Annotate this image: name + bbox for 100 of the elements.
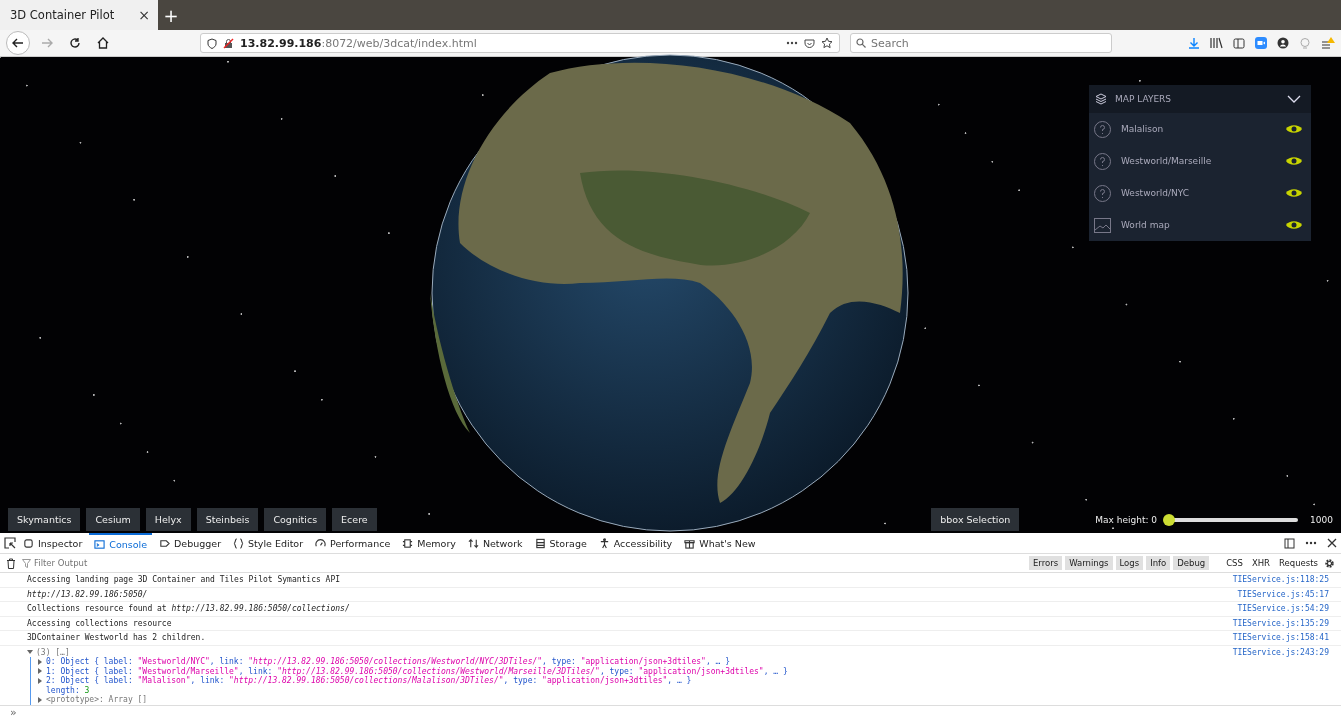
layer-name: World map [1121, 220, 1171, 230]
image-icon [1094, 217, 1111, 233]
devtools-tab[interactable]: Network [462, 533, 528, 553]
log-level-filter[interactable]: Info [1146, 556, 1171, 570]
filter-field[interactable]: Filter Output [34, 558, 234, 568]
log-message: Accessing landing page 3D Container and Tiles Pilot Symantics API [27, 575, 342, 585]
devtools-tab[interactable]: Console [89, 533, 153, 553]
chevron-icon[interactable] [1287, 95, 1301, 103]
request-filter[interactable]: XHR [1248, 556, 1274, 570]
storage-icon [534, 537, 546, 549]
log-level-filter[interactable]: Warnings [1065, 556, 1113, 570]
layer-name: Malalison [1121, 124, 1165, 134]
expand-triangle-icon[interactable] [27, 649, 33, 656]
trash-icon[interactable] [6, 557, 16, 569]
provider-button[interactable]: Skymantics [8, 508, 81, 531]
eye-icon[interactable] [1285, 188, 1303, 198]
devtools-tab[interactable]: Memory [397, 533, 461, 553]
devtools-tab[interactable]: What's New [679, 533, 761, 553]
eye-icon[interactable] [1285, 220, 1303, 230]
address-bar[interactable]: 13.82.99.186:8072/web/3dcat/index.html [200, 33, 840, 53]
square-icon [23, 537, 34, 549]
more-icon[interactable] [786, 41, 798, 45]
library-icon[interactable] [1210, 37, 1223, 49]
back-button[interactable] [6, 31, 30, 55]
arrows-icon [467, 537, 479, 549]
devtools-tab[interactable]: Accessibility [593, 533, 678, 553]
search-field[interactable]: Search [850, 33, 1112, 53]
devtools-tab[interactable]: Storage [529, 533, 592, 553]
provider-button[interactable]: Cognitics [264, 508, 327, 531]
account-icon[interactable] [1277, 37, 1289, 49]
panel-title: MAP LAYERS [1115, 94, 1173, 104]
chip-icon [402, 537, 414, 549]
new-tab-button[interactable]: + [158, 4, 184, 26]
expand-triangle-icon[interactable] [37, 697, 43, 704]
pocket-icon[interactable] [804, 37, 815, 49]
star-icon[interactable] [821, 37, 833, 49]
gauge-icon [315, 537, 327, 549]
map-viewport[interactable]: MAP LAYERS Malalison Westworld/Marseille Westworld/NYC World map Skymantics Cesium Helyx Steinbeis Cognitics Ecere bbox Selection Max height: 0 1000 [0, 57, 1341, 533]
layer-name: Westworld/NYC [1121, 188, 1190, 198]
object-entry: length: 3 [46, 685, 90, 696]
source-link[interactable]: TIEService.js:135:29 [1232, 618, 1329, 628]
person-icon [598, 537, 610, 549]
question-mark-icon [1094, 152, 1111, 170]
eye-icon[interactable] [1285, 156, 1303, 166]
close-tab-button[interactable]: × [138, 7, 150, 23]
browser-tab[interactable]: 3D Container Pilot × [0, 0, 158, 30]
console-prompt[interactable]: » [10, 705, 17, 718]
source-link[interactable]: TIEService.js:243:29 [1232, 647, 1329, 705]
terminal-icon [94, 538, 106, 550]
source-link[interactable]: TIEService.js:45:17 [1237, 589, 1329, 599]
max-height-value: 1000 [1310, 514, 1333, 525]
array-summary[interactable]: (3) […] [36, 647, 70, 658]
provider-button[interactable]: Cesium [86, 508, 140, 531]
menu-icon[interactable] [1321, 36, 1335, 50]
max-height-label: Max height: 0 [1095, 514, 1158, 525]
source-link[interactable]: TIEService.js:158:41 [1232, 633, 1329, 643]
braces-icon [233, 537, 245, 549]
log-level-filter[interactable]: Errors [1028, 556, 1063, 570]
close-icon[interactable] [1327, 538, 1337, 548]
log-level-filter[interactable]: Logs [1115, 556, 1144, 570]
tag-icon [159, 537, 171, 549]
request-filter[interactable]: CSS [1223, 556, 1246, 570]
back-arrow-icon [12, 37, 24, 49]
home-icon [97, 37, 109, 49]
source-link[interactable]: TIEService.js:118:25 [1232, 575, 1329, 585]
dock-icon[interactable] [1284, 537, 1295, 549]
question-mark-icon [1094, 184, 1111, 202]
object-entry: 0: Object { label: "Westworld/NYC", link: "http://13.82.99.186:5050/collections/Westworld/NYC/3DTiles/", type: "application/json+3dtiles", … } [46, 657, 730, 667]
devtools-tab[interactable]: Style Editor [228, 533, 309, 553]
more-icon[interactable] [1305, 541, 1317, 545]
download-icon[interactable] [1188, 37, 1200, 49]
provider-button[interactable]: Ecere [332, 508, 377, 531]
settings-icon[interactable] [1324, 557, 1335, 569]
funnel-icon [22, 558, 31, 568]
request-filter[interactable]: Requests [1276, 556, 1321, 570]
video-icon[interactable] [1255, 37, 1267, 49]
forward-arrow-icon [41, 37, 53, 49]
layers-icon [1095, 93, 1107, 105]
url-text: 13.82.99.186:8072/web/3dcat/index.html [240, 36, 478, 50]
object-entry: 1: Object { label: "Westworld/Marseille", link: "http://13.82.99.186:5050/collections/Westworld/Marseille/3DTiles/", type: "application/json+3dtiles", … } [46, 666, 788, 677]
eye-icon[interactable] [1285, 124, 1303, 134]
devtools-tab[interactable]: Performance [310, 533, 396, 553]
log-level-filter[interactable]: Debug [1173, 556, 1210, 570]
question-mark-icon [1094, 120, 1111, 138]
sidebar-icon[interactable] [1233, 37, 1245, 49]
log-message: 3DContainer Westworld has 2 children. [27, 633, 207, 643]
provider-button[interactable]: Steinbeis [196, 508, 259, 531]
picker-icon[interactable] [4, 537, 16, 549]
devtools-tab[interactable]: Debugger [154, 533, 227, 553]
source-link[interactable]: TIEService.js:54:29 [1237, 604, 1329, 614]
shield-icon [207, 37, 217, 49]
devtools-tab[interactable]: Inspector [18, 533, 88, 553]
bbox-selection-button[interactable]: bbox Selection [931, 508, 1020, 531]
gift-icon [684, 537, 696, 549]
object-entry: <prototype>: Array [] [46, 695, 148, 705]
log-message: Accessing collections resource [27, 618, 173, 628]
provider-button[interactable]: Helyx [145, 508, 191, 531]
log-message: Collections resource found at http://13.82.99.186:5050/collections/ [27, 604, 351, 614]
reload-icon [69, 37, 81, 49]
insecure-lock-icon [223, 37, 234, 49]
